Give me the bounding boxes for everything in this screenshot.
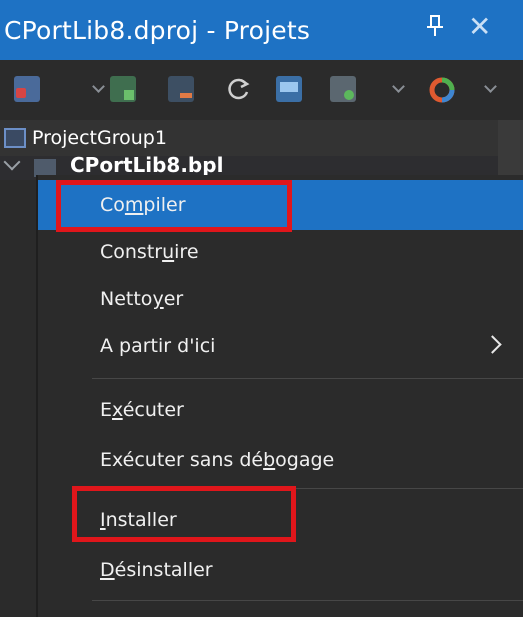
highlight-box-compiler: [56, 180, 292, 232]
panel-title-bar: CPortLib8.dproj - Projets ✕: [0, 0, 523, 60]
menu-item-construire[interactable]: Construire: [38, 227, 523, 277]
tree-item-label: ProjectGroup1: [32, 127, 167, 149]
chevron-down-icon[interactable]: [92, 82, 106, 96]
menu-item-nettoyer[interactable]: Nettoyer: [38, 274, 523, 324]
new-target-icon[interactable]: [14, 76, 40, 102]
panel-title: CPortLib8.dproj - Projets: [4, 15, 311, 45]
chevron-down-icon[interactable]: [3, 156, 21, 171]
tree-item-project-group[interactable]: ProjectGroup1: [0, 120, 498, 156]
tree-item-label: CPortLib8.bpl: [70, 156, 224, 177]
add-file-icon[interactable]: [110, 76, 136, 102]
chevron-down-icon[interactable]: [392, 82, 406, 96]
menu-item-desinstaller[interactable]: Désinstaller: [38, 545, 523, 595]
menu-item-executer-sans-debogage[interactable]: Exécuter sans débogage: [38, 435, 523, 485]
build-configuration-icon[interactable]: [330, 76, 356, 102]
chevron-right-icon: [483, 335, 502, 354]
highlight-box-installer: [72, 486, 296, 542]
pin-icon[interactable]: [426, 14, 444, 44]
close-icon[interactable]: ✕: [468, 10, 491, 43]
display-icon[interactable]: [276, 76, 302, 102]
project-toolbar: [0, 60, 523, 121]
menu-item-executer[interactable]: Exécuter: [38, 385, 523, 435]
project-group-icon: [4, 128, 26, 148]
menu-separator: [92, 378, 523, 379]
menu-separator: [92, 600, 523, 601]
platform-icon[interactable]: [428, 76, 455, 103]
chevron-down-icon[interactable]: [484, 82, 498, 96]
refresh-icon[interactable]: [226, 76, 252, 102]
menu-item-a-partir-d-ici[interactable]: A partir d'ici: [38, 321, 523, 371]
context-menu: Compiler Construire Nettoyer A partir d'…: [38, 175, 523, 617]
remove-file-icon[interactable]: [168, 76, 194, 102]
